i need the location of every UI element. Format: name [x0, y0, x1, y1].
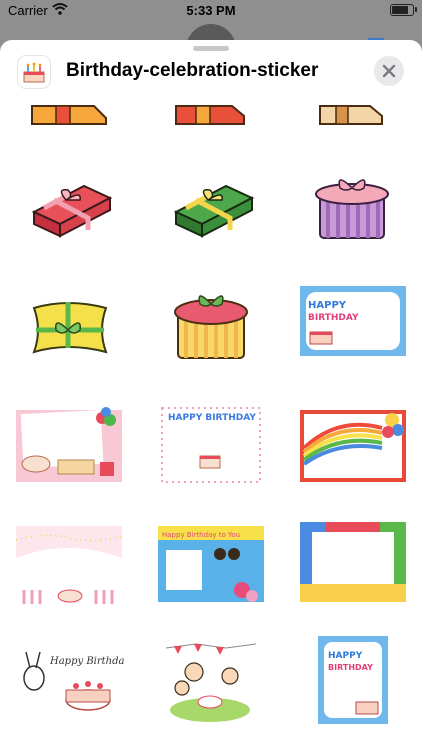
- sticker-happy-birthday-family-frame[interactable]: Happy Birthday to You: [156, 516, 266, 606]
- close-button[interactable]: [374, 56, 404, 86]
- status-bar: Carrier 5:33 PM: [0, 0, 422, 22]
- sticker-gift-box-green[interactable]: [156, 160, 266, 250]
- sticker-gift-box-orange-partial[interactable]: [14, 98, 124, 146]
- sheet-header: Birthday-celebration-sticker: [0, 52, 422, 92]
- svg-text:BIRTHDAY: BIRTHDAY: [328, 663, 373, 672]
- cake-icon: [18, 56, 50, 88]
- sticker-family-party-celebration[interactable]: [156, 634, 266, 724]
- sheet-grabber[interactable]: [193, 46, 229, 51]
- sticker-photo-frame-pink-cake[interactable]: [14, 398, 124, 488]
- sticker-bunny-birthday-cake[interactable]: Happy Birthday: [14, 634, 124, 724]
- sticker-rainbow-balloon-card[interactable]: [298, 398, 408, 488]
- sticker-grid: HAPPY BIRTHDAY HAPPY BIRTHDAY Happy Birt…: [0, 98, 422, 750]
- page-title: Birthday-celebration-sticker: [66, 60, 319, 81]
- svg-text:HAPPY: HAPPY: [328, 651, 363, 661]
- svg-text:Happy Birthday: Happy Birthday: [49, 656, 124, 667]
- sticker-flower-frame-colorful[interactable]: [298, 514, 408, 604]
- sticker-sheet: Birthday-celebration-sticker HAPPY BIRTH…: [0, 40, 422, 750]
- sticker-gift-box-orange-red-partial[interactable]: [156, 98, 266, 146]
- clock: 5:33 PM: [186, 3, 236, 18]
- sticker-happy-birthday-card-blue[interactable]: HAPPY BIRTHDAY: [298, 274, 408, 364]
- sticker-happy-birthday-card-vertical[interactable]: HAPPY BIRTHDAY: [298, 634, 408, 724]
- sticker-happy-birthday-card-dotted[interactable]: HAPPY BIRTHDAY: [156, 398, 266, 488]
- sticker-gift-box-tan-partial[interactable]: [300, 98, 410, 146]
- sticker-pillow-box-yellow[interactable]: [14, 278, 124, 368]
- svg-text:HAPPY BIRTHDAY: HAPPY BIRTHDAY: [168, 413, 256, 423]
- sticker-gift-box-red[interactable]: [14, 160, 124, 250]
- svg-text:Happy Birthday to You: Happy Birthday to You: [162, 531, 240, 539]
- sticker-round-hatbox-purple[interactable]: [296, 158, 406, 248]
- sticker-round-hatbox-yellow[interactable]: [156, 276, 266, 366]
- battery-icon: [390, 4, 417, 16]
- svg-text:BIRTHDAY: BIRTHDAY: [308, 313, 359, 323]
- close-icon: [382, 64, 396, 78]
- svg-text:HAPPY: HAPPY: [308, 300, 347, 311]
- sticker-star-garland-pink-card[interactable]: [14, 518, 124, 608]
